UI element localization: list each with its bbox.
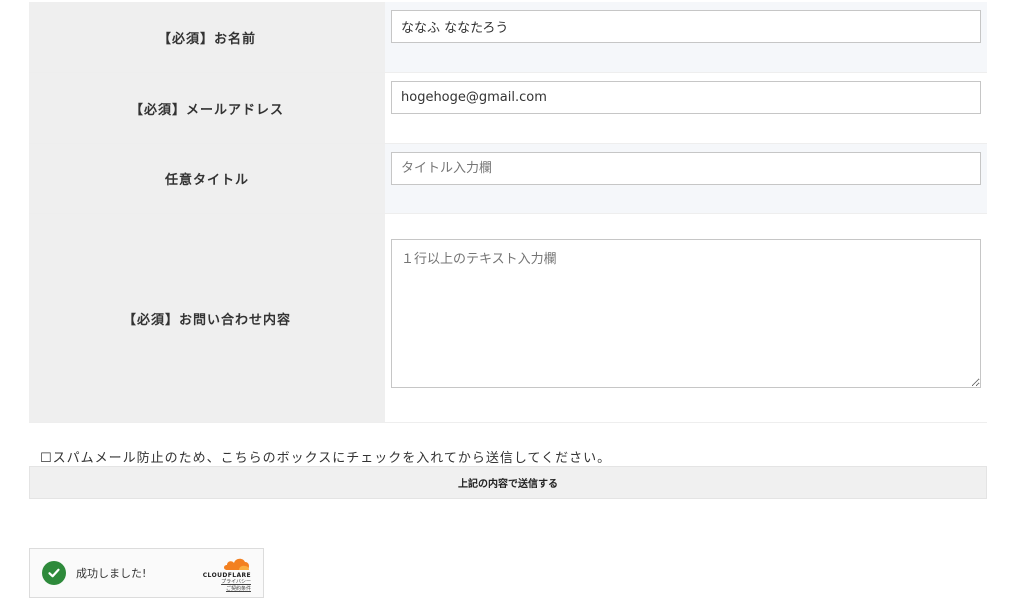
name-field-cell: [385, 2, 987, 72]
message-textarea[interactable]: [391, 239, 981, 388]
name-input[interactable]: [391, 10, 981, 43]
terms-link[interactable]: ご契約条件: [189, 586, 251, 593]
cloudflare-logo-text: CLOUDFLARE: [202, 572, 251, 579]
submit-button[interactable]: 上記の内容で送信する: [29, 466, 987, 499]
title-label: 任意タイトル: [29, 144, 385, 213]
email-input[interactable]: [391, 81, 981, 114]
cloudflare-brand: CLOUDFLARE プライバシー ご契約条件: [189, 555, 251, 593]
title-field-cell: [385, 144, 987, 213]
captcha-status-text: 成功しました!: [76, 567, 147, 580]
email-label: 【必須】メールアドレス: [29, 73, 385, 143]
title-input[interactable]: [391, 152, 981, 185]
success-check-icon: [42, 561, 66, 585]
contact-form: 【必須】お名前 【必須】メールアドレス 任意タイトル 【必須】お問い合わせ内容: [29, 0, 987, 423]
form-row-title: 任意タイトル: [29, 144, 987, 214]
name-label: 【必須】お名前: [29, 2, 385, 72]
form-row-email: 【必須】メールアドレス: [29, 73, 987, 144]
form-row-message: 【必須】お問い合わせ内容: [29, 214, 987, 423]
form-row-name: 【必須】お名前: [29, 2, 987, 73]
cloudflare-cloud-icon: [224, 558, 249, 570]
email-field-cell: [385, 73, 987, 143]
spam-check-note: ☐スパムメール防止のため、こちらのボックスにチェックを入れてから送信してください…: [40, 451, 612, 466]
privacy-link[interactable]: プライバシー: [189, 579, 251, 586]
message-field-cell: [385, 214, 987, 422]
cloudflare-turnstile-widget: 成功しました! CLOUDFLARE プライバシー ご契約条件: [29, 548, 264, 598]
message-label: 【必須】お問い合わせ内容: [29, 214, 385, 422]
